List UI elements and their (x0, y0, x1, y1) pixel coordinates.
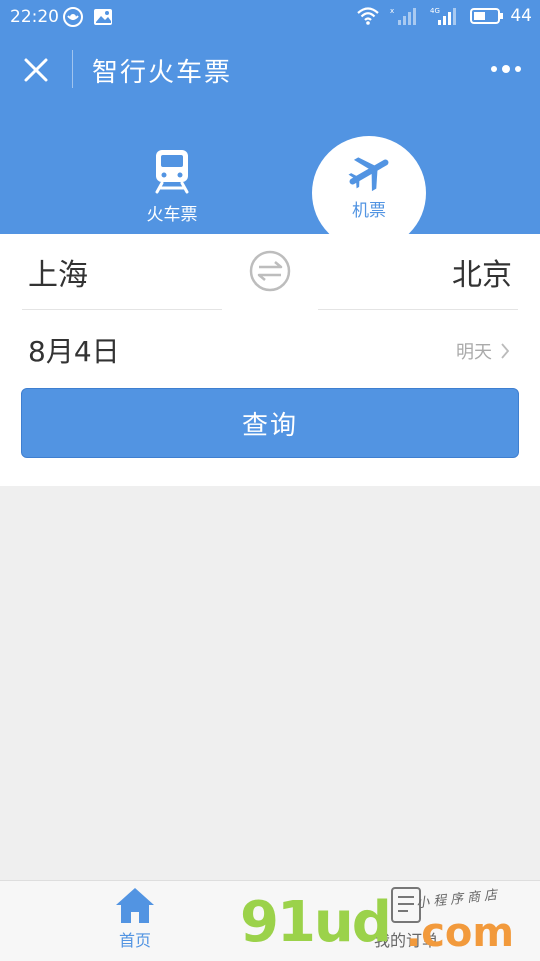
more-options-button[interactable] (486, 56, 526, 82)
status-notification-icons (62, 6, 114, 28)
airplane-icon (348, 157, 389, 192)
home-icon (116, 888, 154, 923)
status-time: 22:20 (10, 7, 59, 27)
battery-icon (470, 8, 504, 24)
wifi-icon (357, 7, 380, 25)
train-icon (155, 150, 189, 194)
departure-date: 8月4日 (28, 335, 120, 368)
search-button[interactable]: 查询 (21, 388, 519, 458)
date-hint: 明天 (456, 338, 510, 364)
title-divider (72, 50, 73, 88)
status-right-icons: x 4G 44 (356, 5, 532, 27)
tab-my-orders-label: 我的订单 (373, 931, 438, 950)
tab-flight-label: 机票 (352, 201, 386, 221)
image-notification-icon (94, 9, 112, 25)
more-dots-icon (491, 65, 521, 73)
tab-my-orders[interactable]: 我的订单 (356, 885, 456, 957)
search-form: 上海 北京 8月4日 明天 查询 (0, 234, 540, 486)
status-bar: 22:20 x 4G 44 (0, 0, 540, 36)
mode-tabs-area: 火车票 机票 (0, 102, 540, 234)
page-title: 智行火车票 (92, 58, 233, 88)
tab-train-label: 火车票 (146, 205, 198, 225)
tab-home-label: 首页 (118, 931, 151, 950)
svg-text:x: x (390, 7, 394, 15)
tab-flight-tickets[interactable]: 机票 (312, 136, 426, 234)
title-bar: 智行火车票 (0, 36, 540, 102)
swap-cities-icon[interactable] (248, 249, 292, 293)
tab-train-tickets[interactable]: 火车票 (120, 144, 224, 228)
chevron-right-icon (501, 343, 510, 359)
orders-icon (391, 887, 421, 923)
signal-empty-icon: x (390, 7, 417, 25)
close-icon (24, 58, 48, 82)
close-button[interactable] (16, 50, 56, 90)
svg-text:4G: 4G (430, 7, 440, 15)
date-hint-label: 明天 (456, 342, 492, 363)
from-city-field[interactable]: 上海 (22, 234, 222, 310)
bottom-tab-bar: 首页 我的订单 (0, 880, 540, 961)
message-bubble-icon (63, 7, 83, 27)
to-city-field[interactable]: 北京 (318, 234, 518, 310)
signal-4g-icon: 4G (430, 7, 457, 25)
battery-level: 44 (510, 6, 532, 26)
tab-home[interactable]: 首页 (95, 885, 175, 957)
date-picker-row[interactable]: 8月4日 明天 (22, 316, 518, 384)
